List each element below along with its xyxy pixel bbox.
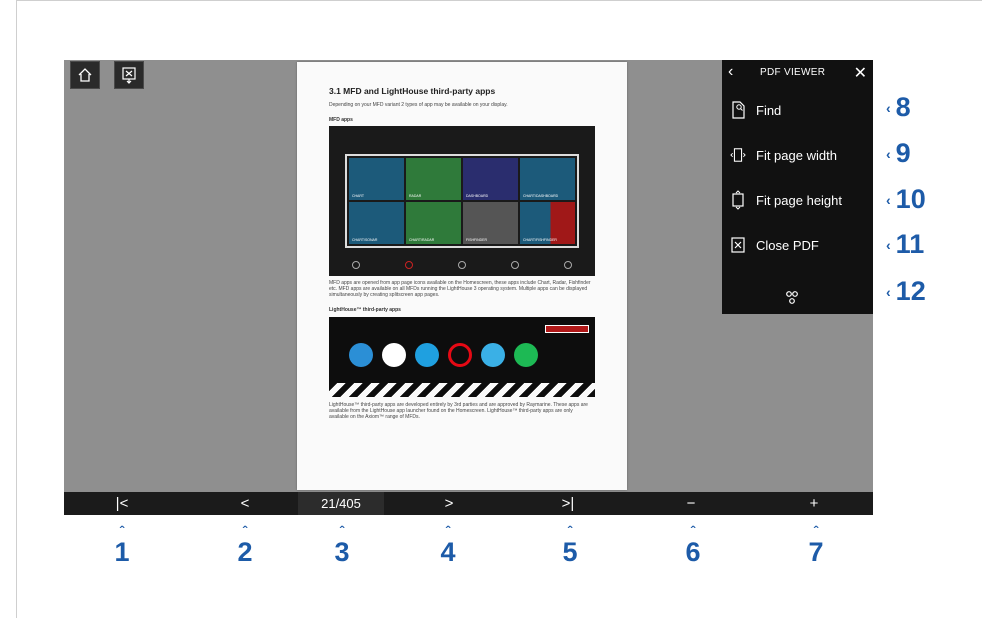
close-pdf-icon [730, 236, 746, 254]
status-badge [545, 325, 589, 333]
page-indicator[interactable]: 21/405 [298, 492, 384, 515]
pdf-lh-text: LightHouse™ third-party apps are develop… [329, 402, 588, 420]
fit-page-height-label: Fit page height [756, 192, 843, 208]
frame-border-left [16, 0, 17, 618]
pdf-mfd-heading: MFD apps [329, 117, 353, 123]
app-icon [415, 343, 439, 367]
callout-4: ˆ4 [440, 523, 456, 567]
pdf-section-title: 3.1 MFD and LightHouse third-party apps [329, 86, 496, 96]
mfd-tile: CHART [349, 158, 404, 200]
app-icon [448, 343, 472, 367]
mfd-app-grid: CHART RADAR DASHBOARD CHART/DASHBOARD CH… [345, 154, 579, 248]
mfd-bottom-bar [329, 254, 595, 276]
callout-7: ˆ7 [808, 523, 824, 567]
callout-9: ‹ 9 [886, 138, 911, 168]
callout-1: ˆ1 [114, 523, 130, 567]
callout-12: ‹ 12 [886, 276, 926, 306]
fit-page-height-button[interactable]: Fit page height [722, 182, 873, 218]
mfd-tile: CHART/DASHBOARD [520, 158, 575, 200]
zoom-out-button[interactable]: − [673, 492, 709, 515]
mfd-homescreen-image: CHART RADAR DASHBOARD CHART/DASHBOARD CH… [329, 126, 595, 276]
panel-header: ‹ PDF VIEWER ✕ [722, 60, 873, 86]
mfd-tile: RADAR [406, 158, 461, 200]
close-pdf-label: Close PDF [756, 237, 819, 253]
find-label: Find [756, 102, 782, 118]
callout-5: ˆ5 [562, 523, 578, 567]
mfd-screen: 3.1 MFD and LightHouse third-party apps … [64, 60, 873, 515]
share-icon [786, 291, 798, 304]
mfd-tile: CHART/SONAR [349, 202, 404, 244]
callout-6: ˆ6 [685, 523, 701, 567]
pdf-intro-text: Depending on your MFD variant 2 types of… [329, 102, 508, 108]
pdf-page[interactable]: 3.1 MFD and LightHouse third-party apps … [297, 62, 627, 490]
share-button[interactable] [784, 290, 800, 311]
callout-3: ˆ3 [334, 523, 350, 567]
lh-app-icons [349, 343, 538, 367]
image-edge [329, 383, 595, 397]
app-icon [481, 343, 505, 367]
callout-8: ‹ 8 [886, 92, 911, 122]
home-button[interactable] [70, 61, 100, 89]
bottom-navigation-bar: |< < 21/405 > >| − + [64, 492, 873, 515]
home-icon [78, 68, 92, 82]
zoom-in-button[interactable]: + [796, 492, 832, 515]
frame-border-top [16, 0, 982, 1]
fit-width-icon [730, 146, 746, 164]
export-pdf-button[interactable] [114, 61, 144, 89]
app-icon [349, 343, 373, 367]
panel-title: PDF VIEWER [760, 67, 826, 78]
lighthouse-apps-image [329, 317, 595, 397]
first-page-button[interactable]: |< [104, 492, 140, 515]
fit-page-width-label: Fit page width [756, 147, 837, 163]
callout-2: ˆ2 [237, 523, 253, 567]
close-icon[interactable]: ✕ [854, 63, 867, 83]
chevron-left-icon[interactable]: ‹ [728, 63, 733, 81]
mfd-tile: CHART/FISHFINDER [520, 202, 575, 244]
mfd-tile: DASHBOARD [463, 158, 518, 200]
fit-page-width-button[interactable]: Fit page width [722, 137, 873, 173]
pdf-lh-heading: LightHouse™ third-party apps [329, 307, 401, 313]
pdf-viewer-panel: ‹ PDF VIEWER ✕ Find Fit page width Fit p… [722, 60, 873, 314]
find-icon [730, 101, 746, 119]
fit-height-icon [730, 190, 746, 210]
app-icon [382, 343, 406, 367]
mfd-tile: CHART/RADAR [406, 202, 461, 244]
find-button[interactable]: Find [722, 92, 873, 128]
pdf-mfd-text: MFD apps are opened from app page icons … [329, 280, 591, 298]
next-page-button[interactable]: > [431, 492, 467, 515]
mfd-tile: FISHFINDER [463, 202, 518, 244]
last-page-button[interactable]: >| [550, 492, 586, 515]
previous-page-button[interactable]: < [227, 492, 263, 515]
close-pdf-button[interactable]: Close PDF [722, 227, 873, 263]
callout-10: ‹ 10 [886, 184, 926, 214]
pdf-export-icon [122, 67, 136, 84]
app-icon [514, 343, 538, 367]
callout-11: ‹ 11 [886, 229, 925, 259]
